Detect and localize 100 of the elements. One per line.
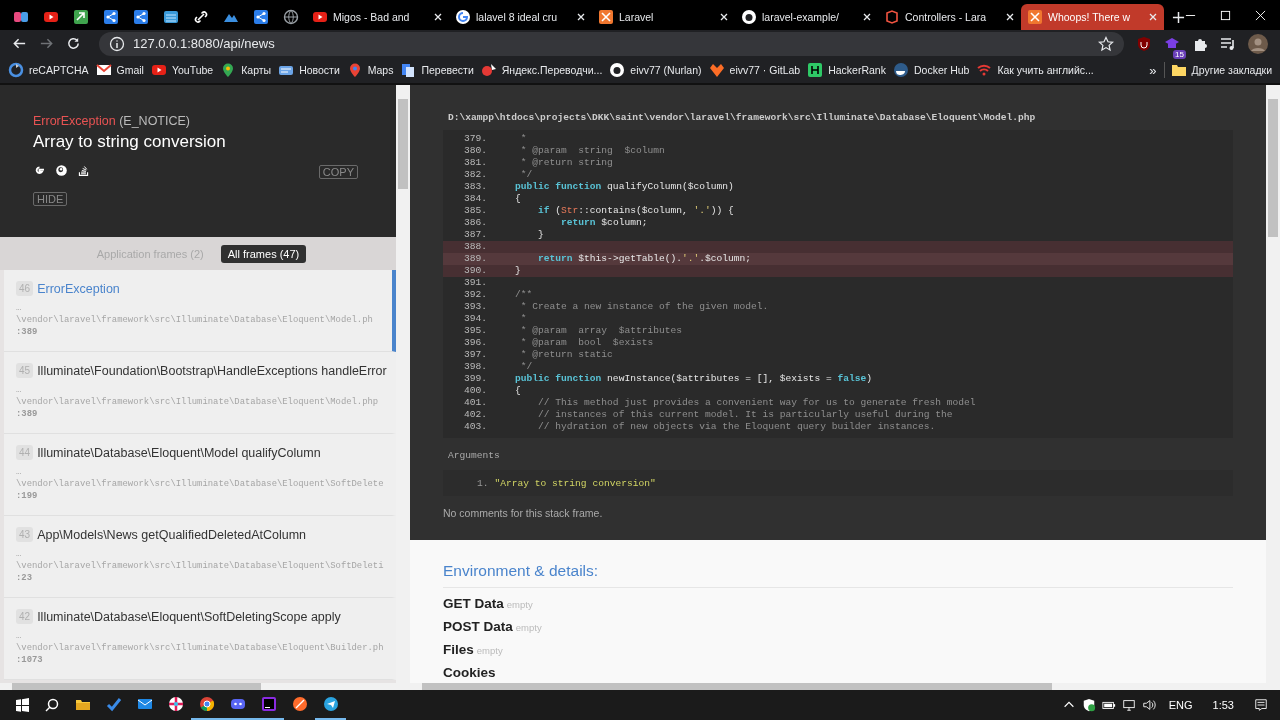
pinwheel-icon bbox=[167, 696, 184, 712]
hide-button[interactable]: HIDE bbox=[33, 192, 68, 206]
line-number: 402. bbox=[462, 409, 487, 421]
squares-icon bbox=[13, 9, 29, 25]
windows-icon[interactable] bbox=[14, 697, 30, 713]
code-line: * bbox=[519, 133, 527, 145]
browser-tab[interactable]: laravel-example/ bbox=[735, 4, 878, 30]
info-icon[interactable] bbox=[109, 35, 125, 52]
stack-icon[interactable] bbox=[77, 163, 90, 177]
browser-tab[interactable]: Controllers - Lara bbox=[878, 4, 1021, 30]
exception-code: (E_NOTICE) bbox=[119, 114, 190, 128]
bookmark[interactable]: Перевести bbox=[400, 62, 474, 78]
paper-plane-icon bbox=[322, 696, 339, 712]
frame-title: Illuminate\Database\Eloquent\SoftDeletingScope apply bbox=[37, 609, 341, 624]
browser-tab[interactable]: Laravel bbox=[592, 4, 735, 30]
close-icon[interactable] bbox=[433, 12, 443, 22]
code-line: public function qualifyColumn($column) bbox=[515, 181, 734, 193]
envelope-icon bbox=[136, 696, 153, 712]
bookmark[interactable]: HackerRank bbox=[807, 62, 886, 78]
code-line: /** bbox=[515, 289, 533, 301]
bookmark[interactable]: eivv77 · GitLab bbox=[708, 62, 801, 78]
plus-icon[interactable] bbox=[1172, 11, 1185, 24]
line-number: 398. bbox=[462, 361, 487, 373]
line-number: 381. bbox=[462, 157, 487, 169]
section-label: POST Data bbox=[443, 618, 513, 636]
ellipsis-text: … bbox=[16, 466, 23, 478]
share-icon bbox=[103, 9, 119, 25]
playlist-icon[interactable] bbox=[1220, 35, 1236, 52]
notification-icon[interactable] bbox=[1254, 698, 1268, 712]
bookmark[interactable]: Gmail bbox=[95, 62, 144, 78]
avatar-icon[interactable] bbox=[1248, 33, 1268, 54]
arguments-label: Arguments bbox=[448, 450, 501, 461]
bookmark-folder[interactable]: Другие закладки bbox=[1163, 62, 1272, 78]
star-icon[interactable] bbox=[1098, 35, 1114, 52]
document-icon bbox=[400, 62, 417, 78]
bookmark[interactable]: Новости bbox=[278, 62, 340, 78]
address-bar[interactable]: 127.0.0.1:8080/api/news bbox=[99, 31, 1124, 56]
browser-tab[interactable]: Migos - Bad and bbox=[306, 4, 449, 30]
ellipsis-text: … bbox=[16, 630, 23, 642]
browser-tab[interactable]: Whoops! There w bbox=[1021, 4, 1164, 30]
more-bookmarks-button[interactable]: » bbox=[1149, 62, 1157, 78]
close-icon[interactable] bbox=[576, 12, 586, 22]
wifi-icon bbox=[976, 62, 993, 78]
back-arrow-icon[interactable] bbox=[12, 36, 27, 51]
vertical-scrollbar[interactable] bbox=[1266, 85, 1280, 690]
bookmark[interactable]: Яндекс.Переводчи... bbox=[480, 62, 603, 78]
browser-tab[interactable]: lalavel 8 ideal cru bbox=[449, 4, 592, 30]
close-icon[interactable] bbox=[719, 12, 729, 22]
code-line: public function newInstance($attributes = [], $exists = false) bbox=[515, 373, 872, 385]
grid-icon bbox=[163, 9, 179, 25]
empty-label: empty bbox=[515, 621, 542, 635]
duck-icon[interactable] bbox=[55, 163, 68, 177]
monitor-icon[interactable] bbox=[1121, 698, 1136, 712]
close-icon[interactable] bbox=[862, 12, 872, 22]
code-line: * Create a new instance of the given model. bbox=[519, 301, 769, 313]
bookmark[interactable]: reCAPTCHA bbox=[8, 62, 89, 78]
line-number: 382. bbox=[462, 169, 487, 181]
language-indicator[interactable]: ENG bbox=[1168, 699, 1193, 711]
clock[interactable]: 1:53 bbox=[1212, 699, 1234, 711]
bookmark[interactable]: Карты bbox=[220, 62, 272, 78]
square-icon bbox=[260, 696, 277, 712]
code-line: // This method just provides a convenient way for us to generate fresh model bbox=[537, 397, 976, 409]
speaker-icon[interactable] bbox=[1141, 698, 1156, 712]
line-number: 384. bbox=[462, 193, 487, 205]
comments-text: No comments for this stack frame. bbox=[443, 507, 604, 519]
controller-icon bbox=[229, 696, 246, 712]
line-number: 383. bbox=[462, 181, 487, 193]
code-line: // instances of this current model. It is particularly useful during the bbox=[537, 409, 953, 421]
section-label: GET Data bbox=[443, 595, 504, 613]
frames-filter-tab[interactable]: All frames (47) bbox=[220, 244, 307, 263]
copy-button[interactable]: COPY bbox=[318, 165, 358, 179]
line-number: 392. bbox=[462, 289, 487, 301]
bookmark[interactable]: eivv77 (Nurlan) bbox=[609, 62, 702, 78]
folder-icon bbox=[1170, 62, 1187, 78]
section-label: Cookies bbox=[443, 664, 496, 682]
ellipsis-text: … bbox=[16, 302, 23, 314]
code-line: * @param bool $exists bbox=[519, 337, 654, 349]
bookmark[interactable]: Docker Hub bbox=[892, 62, 970, 78]
ellipsis-text: … bbox=[16, 384, 23, 396]
frame-file-path: \vendor\laravel\framework\src\Illuminate\Database\Eloquent\Model.php bbox=[16, 396, 380, 408]
fox-icon bbox=[708, 62, 725, 78]
shield-icon[interactable] bbox=[1136, 35, 1152, 52]
bookmark[interactable]: Maps bbox=[346, 62, 394, 78]
extension-badge: 15 bbox=[1173, 49, 1186, 59]
chrome-icon bbox=[198, 696, 215, 712]
code-line: return $this->getTable().'.'.$column; bbox=[537, 253, 752, 265]
bookmark[interactable]: Как учить английс... bbox=[976, 62, 1094, 78]
line-number: 387. bbox=[462, 229, 487, 241]
reload-icon[interactable] bbox=[66, 36, 81, 51]
close-icon[interactable] bbox=[1005, 12, 1015, 22]
code-line: * @param string $column bbox=[519, 145, 665, 157]
bookmark[interactable]: YouTube bbox=[150, 62, 214, 78]
shield-icon[interactable] bbox=[1081, 698, 1096, 712]
line-number: 385. bbox=[462, 205, 487, 217]
code-line: } bbox=[515, 265, 521, 277]
line-number: 389. bbox=[462, 253, 487, 265]
forward-arrow-icon[interactable] bbox=[39, 36, 54, 51]
link-icon bbox=[193, 9, 209, 25]
maximize-icon[interactable] bbox=[1220, 9, 1231, 21]
frame-file-path: \vendor\laravel\framework\src\Illuminate\Database\Eloquent\SoftDeleti bbox=[16, 560, 385, 572]
